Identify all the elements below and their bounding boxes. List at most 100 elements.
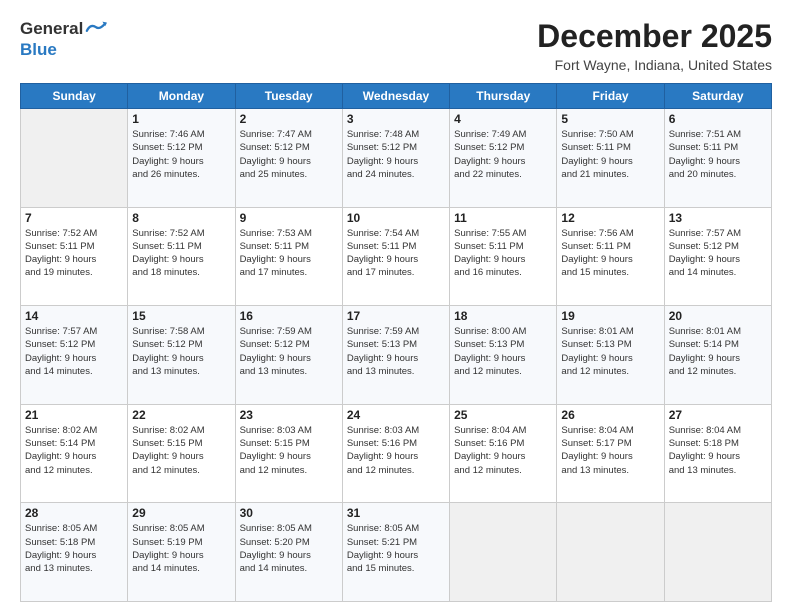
day-info: Sunrise: 8:03 AMSunset: 5:15 PMDaylight:… [240,424,338,477]
day-number: 29 [132,506,230,520]
calendar-week-5: 28Sunrise: 8:05 AMSunset: 5:18 PMDayligh… [21,503,772,602]
calendar-cell: 27 Sunrise: 8:04 AMSunset: 5:18 PMDayligh… [664,404,771,503]
day-number: 12 [561,211,659,225]
header: General Blue December 2025 Fort Wayne, I… [20,18,772,73]
calendar-cell: 24 Sunrise: 8:03 AMSunset: 5:16 PMDayligh… [342,404,449,503]
calendar-cell: 30 Sunrise: 8:05 AMSunset: 5:20 PMDayligh… [235,503,342,602]
calendar-cell: 16 Sunrise: 7:59 AMSunset: 5:12 PMDayligh… [235,306,342,405]
calendar-cell: 10 Sunrise: 7:54 AMSunset: 5:11 PMDayligh… [342,207,449,306]
day-info: Sunrise: 7:51 AMSunset: 5:11 PMDaylight:… [669,128,767,181]
day-info: Sunrise: 7:59 AMSunset: 5:13 PMDaylight:… [347,325,445,378]
day-number: 5 [561,112,659,126]
calendar-cell: 6 Sunrise: 7:51 AMSunset: 5:11 PMDaylight… [664,109,771,208]
day-info: Sunrise: 8:01 AMSunset: 5:13 PMDaylight:… [561,325,659,378]
calendar-cell: 5 Sunrise: 7:50 AMSunset: 5:11 PMDaylight… [557,109,664,208]
subtitle: Fort Wayne, Indiana, United States [537,57,772,73]
calendar-cell: 17Sunrise: 7:59 AMSunset: 5:13 PMDayligh… [342,306,449,405]
calendar-header-tuesday: Tuesday [235,84,342,109]
logo-general-text: General [20,19,83,39]
calendar-cell: 15 Sunrise: 7:58 AMSunset: 5:12 PMDayligh… [128,306,235,405]
calendar-cell: 13 Sunrise: 7:57 AMSunset: 5:12 PMDayligh… [664,207,771,306]
calendar-cell: 21Sunrise: 8:02 AMSunset: 5:14 PMDayligh… [21,404,128,503]
day-info: Sunrise: 8:04 AMSunset: 5:18 PMDaylight:… [669,424,767,477]
calendar-cell: 19 Sunrise: 8:01 AMSunset: 5:13 PMDayligh… [557,306,664,405]
day-info: Sunrise: 8:05 AMSunset: 5:20 PMDaylight:… [240,522,338,575]
day-number: 11 [454,211,552,225]
day-number: 28 [25,506,123,520]
calendar-week-1: 1Sunrise: 7:46 AMSunset: 5:12 PMDaylight… [21,109,772,208]
day-info: Sunrise: 7:57 AMSunset: 5:12 PMDaylight:… [25,325,123,378]
calendar-cell: 3Sunrise: 7:48 AMSunset: 5:12 PMDaylight… [342,109,449,208]
calendar-cell: 1Sunrise: 7:46 AMSunset: 5:12 PMDaylight… [128,109,235,208]
day-number: 30 [240,506,338,520]
day-number: 8 [132,211,230,225]
day-number: 13 [669,211,767,225]
calendar-table: SundayMondayTuesdayWednesdayThursdayFrid… [20,83,772,602]
calendar-cell: 28Sunrise: 8:05 AMSunset: 5:18 PMDayligh… [21,503,128,602]
calendar-cell: 8 Sunrise: 7:52 AMSunset: 5:11 PMDaylight… [128,207,235,306]
day-info: Sunrise: 7:58 AMSunset: 5:12 PMDaylight:… [132,325,230,378]
title-block: December 2025 Fort Wayne, Indiana, Unite… [537,18,772,73]
calendar-header-monday: Monday [128,84,235,109]
day-info: Sunrise: 7:57 AMSunset: 5:12 PMDaylight:… [669,227,767,280]
day-info: Sunrise: 8:05 AMSunset: 5:19 PMDaylight:… [132,522,230,575]
day-info: Sunrise: 7:50 AMSunset: 5:11 PMDaylight:… [561,128,659,181]
day-number: 22 [132,408,230,422]
day-info: Sunrise: 8:04 AMSunset: 5:16 PMDaylight:… [454,424,552,477]
calendar-cell: 23 Sunrise: 8:03 AMSunset: 5:15 PMDayligh… [235,404,342,503]
calendar-cell: 29 Sunrise: 8:05 AMSunset: 5:19 PMDayligh… [128,503,235,602]
day-info: Sunrise: 7:52 AMSunset: 5:11 PMDaylight:… [132,227,230,280]
day-info: Sunrise: 7:54 AMSunset: 5:11 PMDaylight:… [347,227,445,280]
day-number: 16 [240,309,338,323]
calendar-week-3: 14 Sunrise: 7:57 AMSunset: 5:12 PMDayligh… [21,306,772,405]
day-number: 24 [347,408,445,422]
calendar-cell: 2Sunrise: 7:47 AMSunset: 5:12 PMDaylight… [235,109,342,208]
day-info: Sunrise: 8:00 AMSunset: 5:13 PMDaylight:… [454,325,552,378]
calendar-cell: 26Sunrise: 8:04 AMSunset: 5:17 PMDayligh… [557,404,664,503]
day-info: Sunrise: 7:59 AMSunset: 5:12 PMDaylight:… [240,325,338,378]
day-info: Sunrise: 7:49 AMSunset: 5:12 PMDaylight:… [454,128,552,181]
day-info: Sunrise: 7:46 AMSunset: 5:12 PMDaylight:… [132,128,230,181]
day-number: 20 [669,309,767,323]
day-info: Sunrise: 8:02 AMSunset: 5:15 PMDaylight:… [132,424,230,477]
day-number: 15 [132,309,230,323]
day-number: 9 [240,211,338,225]
calendar-header-sunday: Sunday [21,84,128,109]
day-number: 4 [454,112,552,126]
day-info: Sunrise: 7:56 AMSunset: 5:11 PMDaylight:… [561,227,659,280]
calendar-cell [664,503,771,602]
day-number: 7 [25,211,123,225]
day-number: 31 [347,506,445,520]
day-number: 26 [561,408,659,422]
day-number: 27 [669,408,767,422]
day-info: Sunrise: 7:47 AMSunset: 5:12 PMDaylight:… [240,128,338,181]
day-number: 25 [454,408,552,422]
day-number: 18 [454,309,552,323]
calendar-cell: 18 Sunrise: 8:00 AMSunset: 5:13 PMDayligh… [450,306,557,405]
day-number: 10 [347,211,445,225]
calendar-cell: 12 Sunrise: 7:56 AMSunset: 5:11 PMDayligh… [557,207,664,306]
calendar-cell: 11 Sunrise: 7:55 AMSunset: 5:11 PMDayligh… [450,207,557,306]
day-number: 6 [669,112,767,126]
day-number: 14 [25,309,123,323]
calendar-cell: 9Sunrise: 7:53 AMSunset: 5:11 PMDaylight… [235,207,342,306]
calendar-cell [557,503,664,602]
calendar-cell: 20 Sunrise: 8:01 AMSunset: 5:14 PMDayligh… [664,306,771,405]
calendar-cell: 14 Sunrise: 7:57 AMSunset: 5:12 PMDayligh… [21,306,128,405]
day-number: 19 [561,309,659,323]
calendar-header-wednesday: Wednesday [342,84,449,109]
day-info: Sunrise: 7:55 AMSunset: 5:11 PMDaylight:… [454,227,552,280]
day-number: 23 [240,408,338,422]
calendar-week-4: 21Sunrise: 8:02 AMSunset: 5:14 PMDayligh… [21,404,772,503]
main-title: December 2025 [537,18,772,55]
day-info: Sunrise: 8:01 AMSunset: 5:14 PMDaylight:… [669,325,767,378]
logo-icon [85,18,107,40]
calendar-cell: 22 Sunrise: 8:02 AMSunset: 5:15 PMDayligh… [128,404,235,503]
calendar-header-saturday: Saturday [664,84,771,109]
day-info: Sunrise: 8:02 AMSunset: 5:14 PMDaylight:… [25,424,123,477]
day-info: Sunrise: 8:03 AMSunset: 5:16 PMDaylight:… [347,424,445,477]
calendar-header-friday: Friday [557,84,664,109]
day-number: 3 [347,112,445,126]
calendar-cell: 4 Sunrise: 7:49 AMSunset: 5:12 PMDaylight… [450,109,557,208]
calendar-cell [21,109,128,208]
